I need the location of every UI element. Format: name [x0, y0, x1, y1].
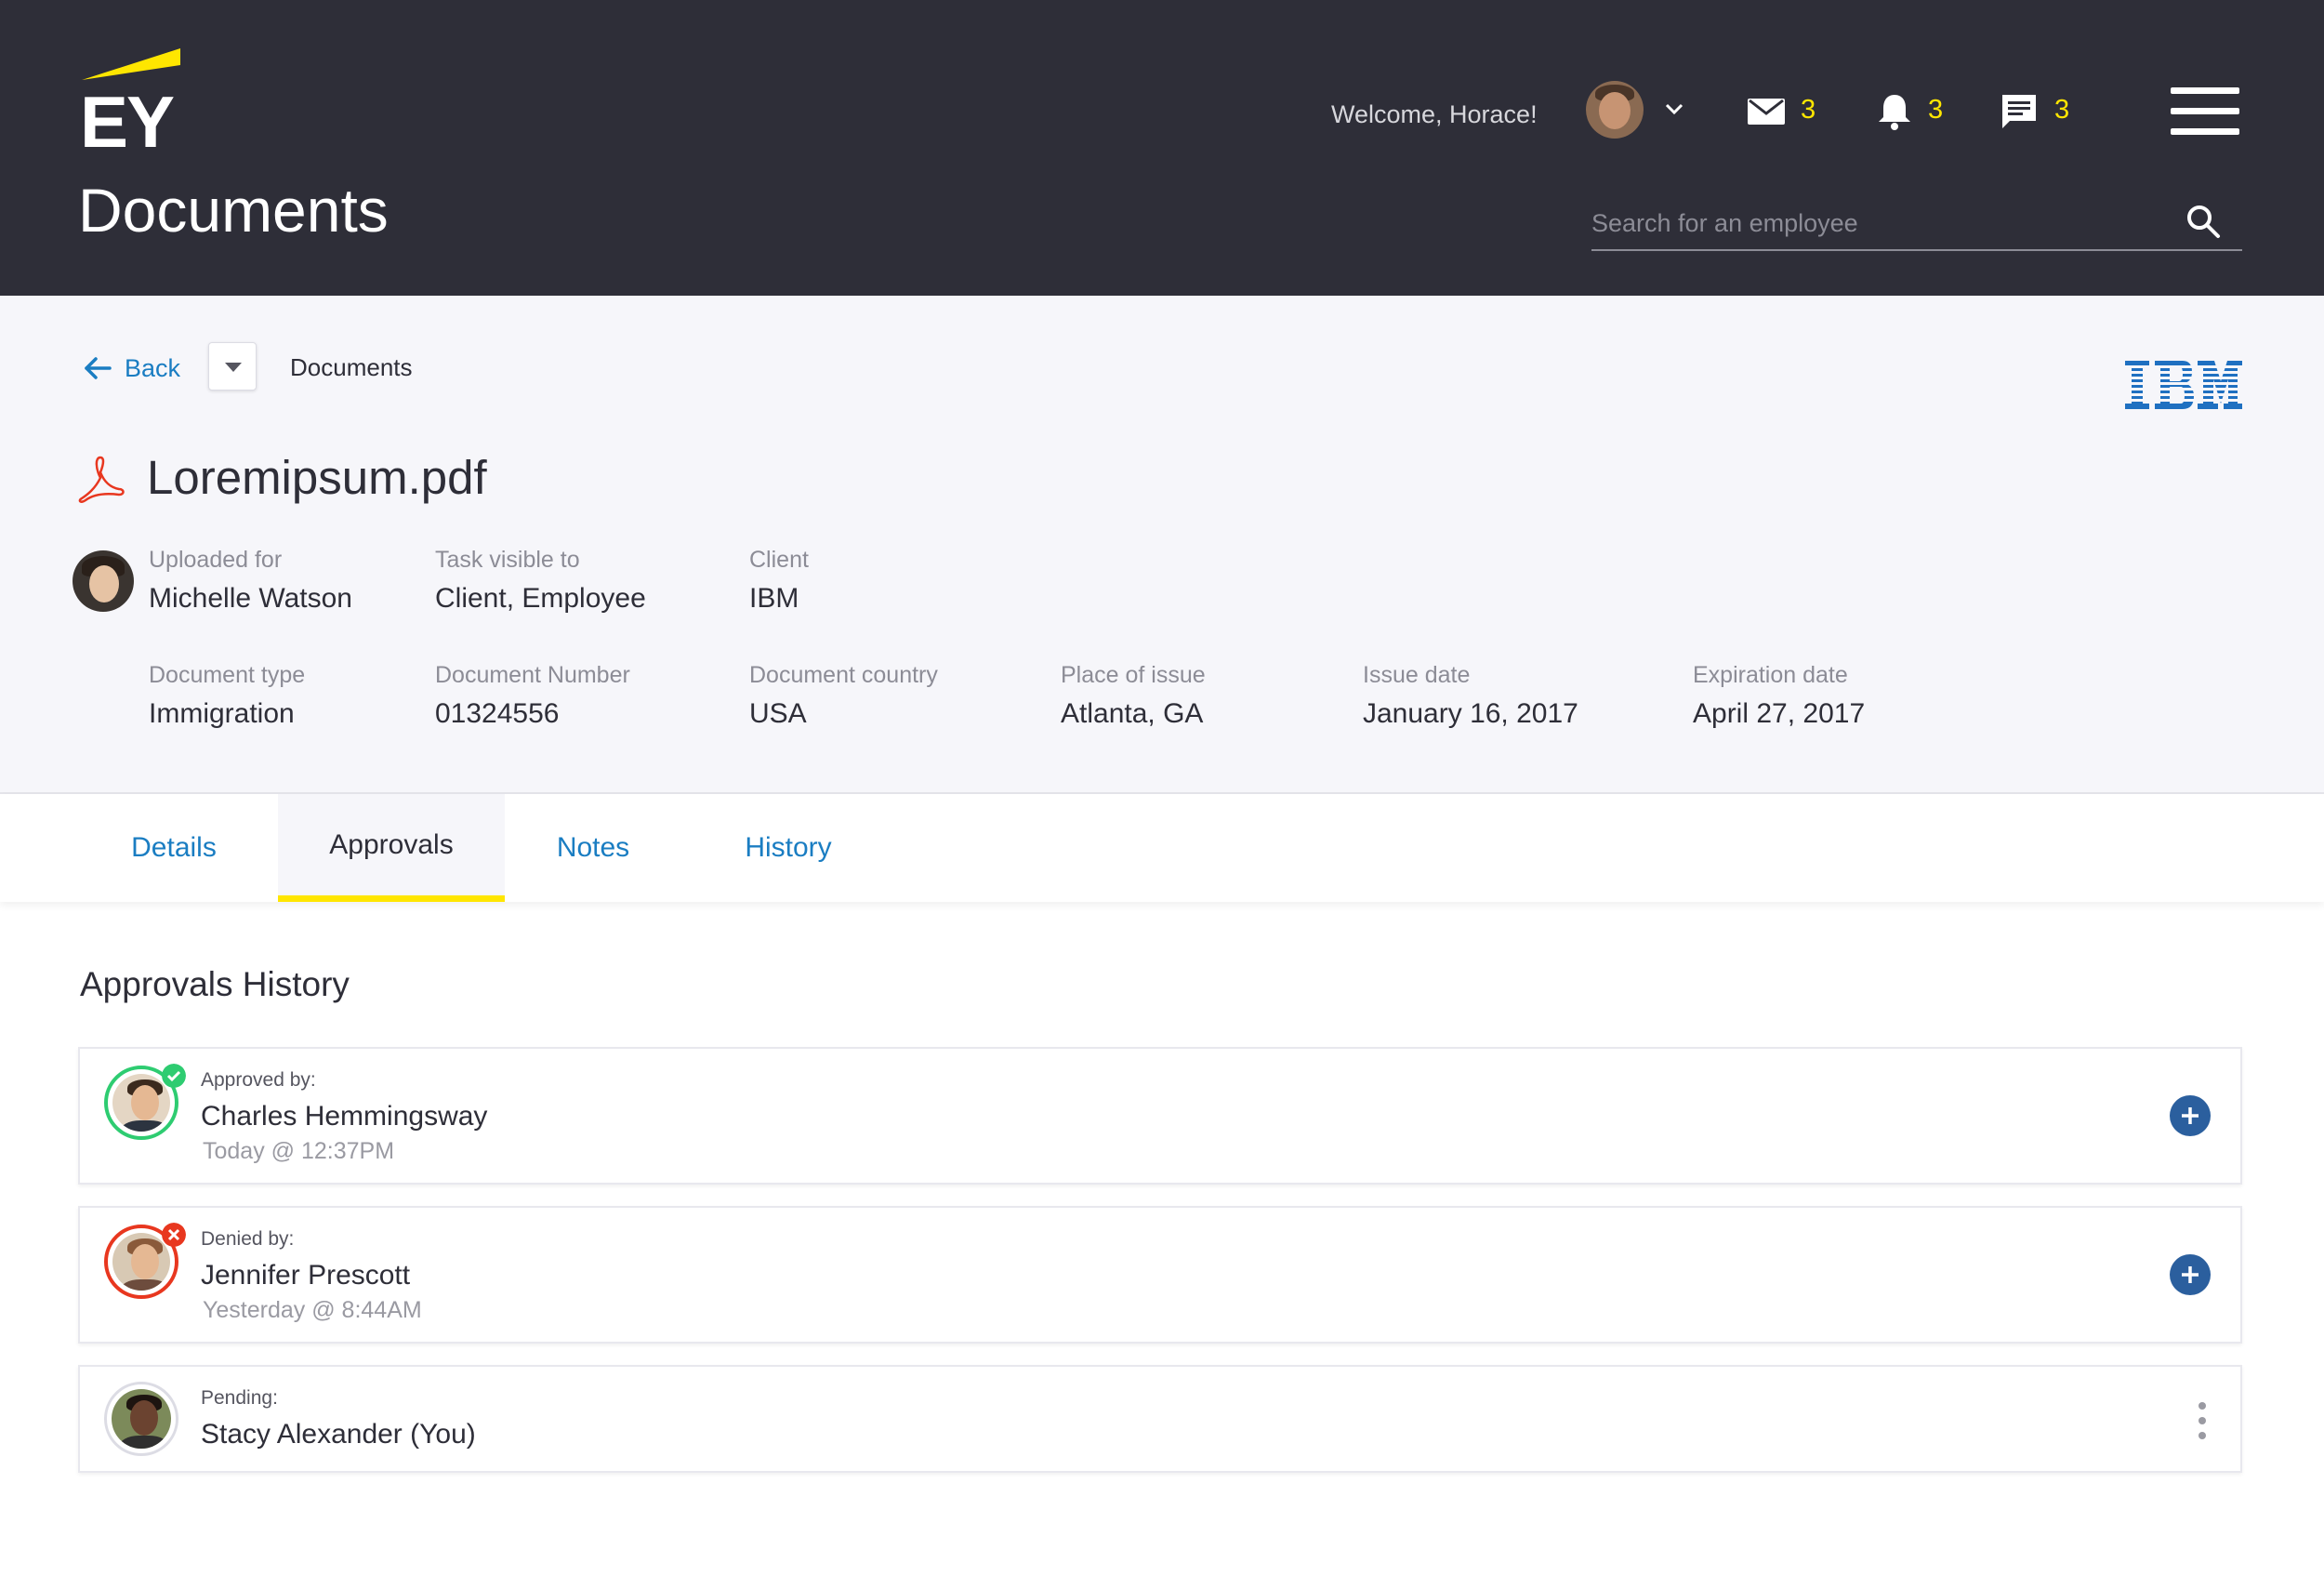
field-value: Immigration — [149, 698, 295, 729]
caret-down-icon — [225, 363, 242, 372]
field-value: Atlanta, GA — [1061, 698, 1204, 729]
ibm-logo — [2125, 361, 2242, 409]
approver-name: Charles Hemmingsway — [201, 1101, 488, 1132]
field-value: April 27, 2017 — [1693, 698, 1866, 729]
approval-time: Today @ 12:37PM — [203, 1138, 395, 1164]
field-label: Uploaded for — [149, 547, 283, 573]
ey-logo[interactable]: EY — [80, 48, 182, 158]
plus-icon — [2182, 1266, 2199, 1283]
approval-card-pending: Pending: Stacy Alexander (You) — [78, 1365, 2242, 1473]
uploaded-for-avatar — [73, 550, 134, 612]
notifications-count: 3 — [1928, 95, 1944, 125]
field-value: 01324556 — [435, 698, 560, 729]
status-label: Approved by: — [201, 1069, 316, 1091]
document-title: Loremipsum.pdf — [147, 451, 487, 504]
employee-search — [1591, 192, 2242, 251]
approval-card-approved: Approved by: Charles Hemmingsway Today @… — [78, 1047, 2242, 1185]
tab-approvals[interactable]: Approvals — [278, 794, 505, 902]
field-document-number: Document Number 01324556 — [435, 662, 643, 730]
field-label: Expiration date — [1693, 662, 1848, 688]
mail-count: 3 — [1801, 95, 1816, 125]
tab-history[interactable]: History — [721, 794, 855, 902]
breadcrumb[interactable]: Documents — [290, 353, 413, 382]
field-client: Client IBM — [749, 547, 991, 615]
check-icon — [162, 1064, 186, 1088]
field-document-country: Document country USA — [749, 662, 972, 730]
field-task-visible-to: Task visible to Client, Employee — [435, 547, 714, 615]
expand-button[interactable] — [2170, 1254, 2211, 1295]
logo-beam-icon — [82, 48, 180, 80]
approver-name: Stacy Alexander (You) — [201, 1419, 476, 1450]
user-avatar[interactable] — [1586, 81, 1644, 139]
field-label: Document Number — [435, 662, 630, 688]
field-document-type: Document type Immigration — [149, 662, 316, 730]
field-value: Client, Employee — [435, 583, 646, 614]
field-expiration-date: Expiration date April 27, 2017 — [1693, 662, 1934, 730]
breadcrumb-dropdown-button[interactable] — [208, 342, 257, 391]
field-value: USA — [749, 698, 807, 729]
plus-icon — [2182, 1107, 2199, 1124]
field-label: Document country — [749, 662, 938, 688]
chat-icon[interactable] — [1999, 91, 2040, 132]
tab-notes[interactable]: Notes — [535, 794, 651, 902]
mail-icon[interactable] — [1746, 91, 1787, 132]
field-label: Place of issue — [1061, 662, 1206, 688]
field-value: January 16, 2017 — [1363, 698, 1578, 729]
tab-details[interactable]: Details — [102, 794, 245, 902]
field-value: Michelle Watson — [149, 583, 352, 614]
field-place-of-issue: Place of issue Atlanta, GA — [1061, 662, 1213, 730]
search-input[interactable] — [1591, 205, 2168, 242]
back-link[interactable]: Back — [82, 351, 180, 385]
arrow-left-icon — [85, 357, 112, 379]
search-icon[interactable] — [2183, 201, 2224, 242]
approval-time: Yesterday @ 8:44AM — [203, 1297, 422, 1323]
logo-text: EY — [80, 81, 175, 163]
top-header: EY Documents Welcome, Horace! 3 3 3 — [0, 0, 2324, 296]
page-title: Documents — [78, 176, 389, 245]
approver-avatar — [104, 1382, 178, 1456]
chevron-down-icon[interactable] — [1662, 97, 1686, 121]
approver-name: Jennifer Prescott — [201, 1260, 411, 1291]
field-label: Task visible to — [435, 547, 580, 573]
bell-icon[interactable] — [1874, 91, 1915, 132]
field-uploaded-for: Uploaded for Michelle Watson — [149, 547, 390, 615]
approvals-history-title: Approvals History — [80, 965, 350, 1003]
status-label: Denied by: — [201, 1228, 295, 1250]
tab-bar: Details Approvals Notes History — [0, 794, 2324, 902]
more-options-icon[interactable] — [2196, 1402, 2209, 1439]
welcome-text: Welcome, Horace! — [1331, 100, 1538, 128]
field-value: IBM — [749, 583, 799, 614]
close-icon — [162, 1223, 186, 1247]
pdf-file-icon — [78, 456, 125, 503]
messages-count: 3 — [2054, 95, 2070, 125]
hamburger-menu-icon[interactable] — [2171, 87, 2239, 136]
status-label: Pending: — [201, 1387, 278, 1409]
field-label: Client — [749, 547, 809, 573]
expand-button[interactable] — [2170, 1095, 2211, 1136]
field-label: Issue date — [1363, 662, 1471, 688]
field-label: Document type — [149, 662, 306, 688]
back-label: Back — [125, 353, 181, 382]
field-issue-date: Issue date January 16, 2017 — [1363, 662, 1604, 730]
approval-card-denied: Denied by: Jennifer Prescott Yesterday @… — [78, 1206, 2242, 1344]
